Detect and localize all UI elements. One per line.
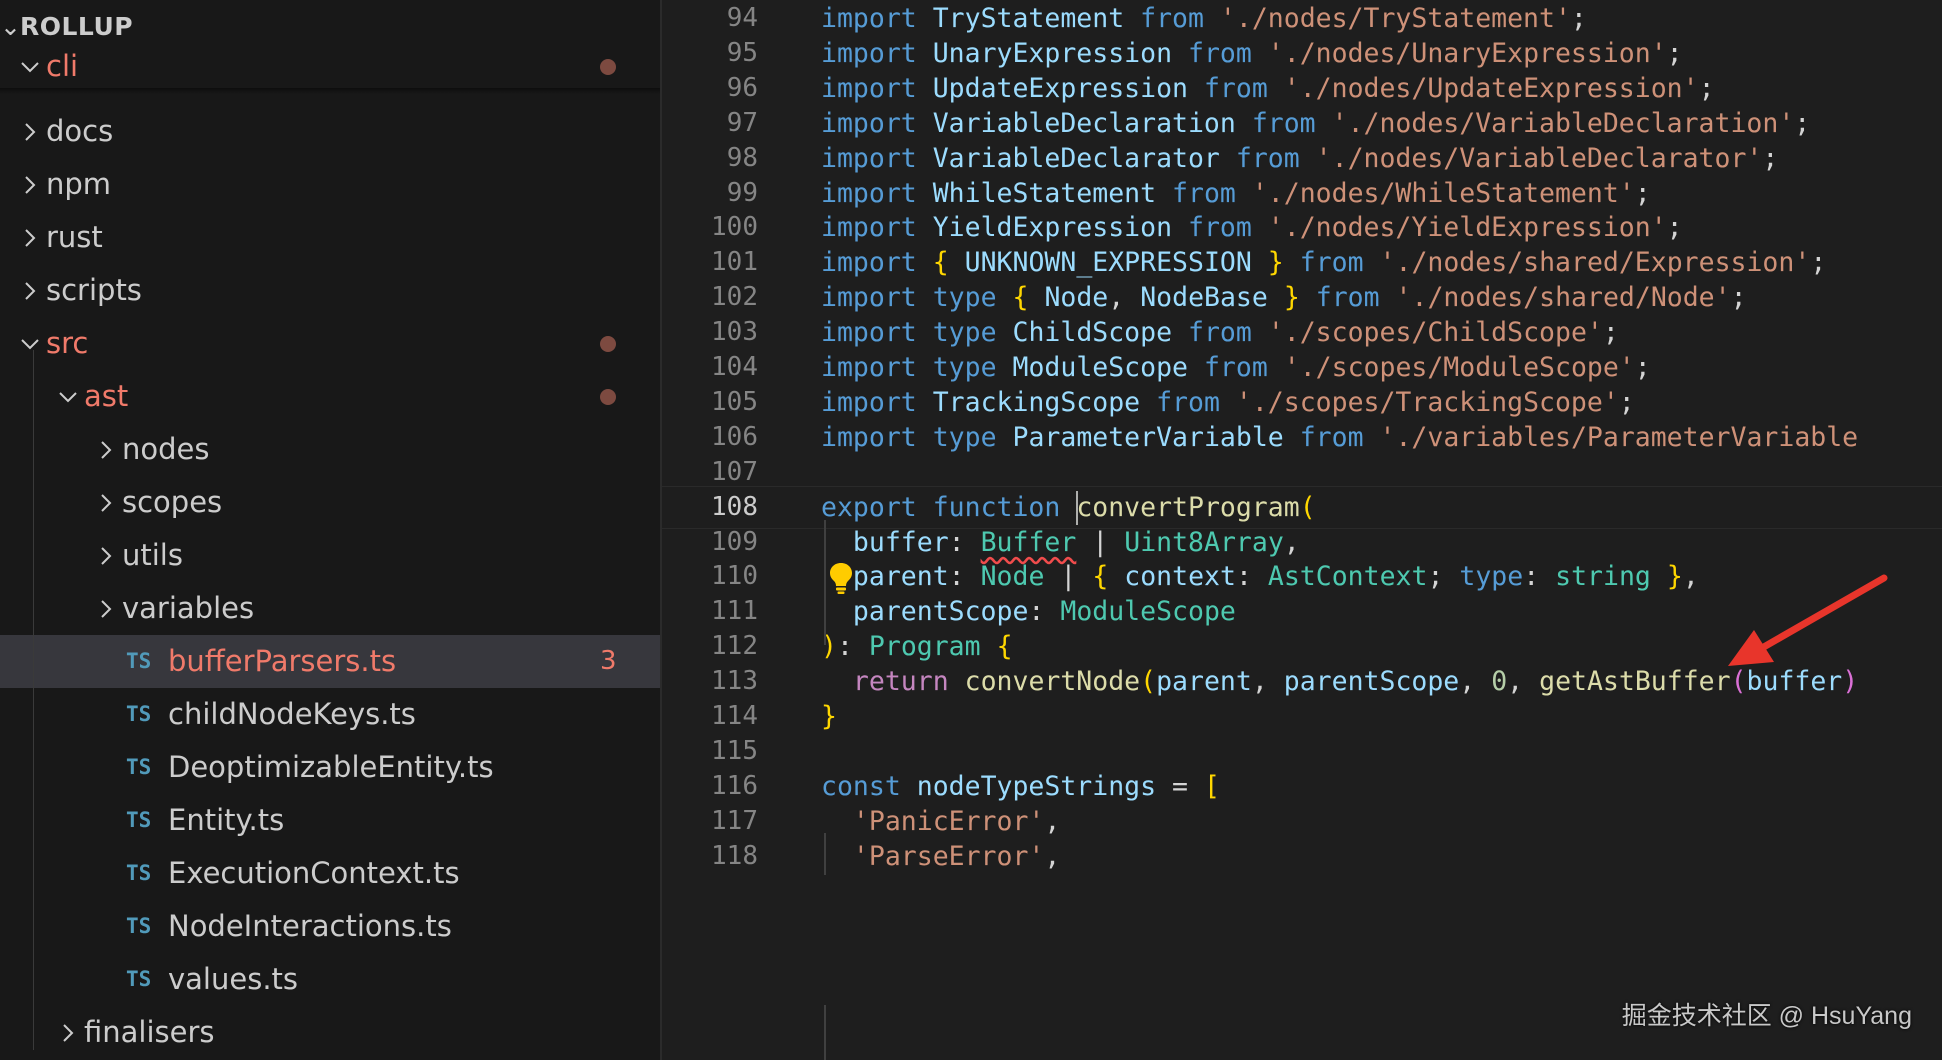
indent-guide [824,833,826,875]
tree-folder-finalisers[interactable]: finalisers [0,1006,660,1059]
indent-guide [824,1005,826,1060]
explorer-sidebar: ⌄ROLLUP cli docs npm rust scripts src ast nodes… [0,0,660,1060]
line-number: 118 [711,840,758,871]
chevron-right-icon[interactable] [92,476,120,529]
typescript-file-icon: TS [126,702,152,726]
chevron-right-icon[interactable] [54,1006,82,1059]
tree-folder-rust[interactable]: rust [0,211,660,264]
typescript-file-icon: TS [126,649,152,673]
chevron-down-icon[interactable] [16,317,44,370]
tree-item-label: bufferParsers.ts [168,644,397,678]
tree-item-label: finalisers [84,1015,215,1049]
tree-item-label: ast [84,379,129,413]
modified-dot-icon [600,59,616,75]
chevron-right-icon[interactable] [16,158,44,211]
tree-item-label: childNodeKeys.ts [168,697,416,731]
tree-file-deoptimizableentity-ts[interactable]: TS DeoptimizableEntity.ts [0,741,660,794]
tree-folder-src[interactable]: src [0,317,660,370]
tree-folder-variables[interactable]: variables [0,582,660,635]
modified-dot-icon [600,336,616,352]
tree-item-label: nodes [122,432,210,466]
typescript-file-icon: TS [126,861,152,885]
tree-item-label: src [46,326,89,360]
red-arrow-annotation [1728,574,1888,666]
chevron-right-icon[interactable] [92,423,120,476]
typescript-file-icon: TS [126,755,152,779]
code-text: 'ParseError', [852,840,1061,872]
typescript-file-icon: TS [126,808,152,832]
tree-folder-scopes[interactable]: scopes [0,476,660,529]
chevron-right-icon[interactable] [92,529,120,582]
chevron-down-icon[interactable] [54,370,82,423]
tree-item-label: utils [122,538,183,572]
chevron-right-icon[interactable] [16,105,44,158]
tree-folder-scripts[interactable]: scripts [0,264,660,317]
tree-file-entity-ts[interactable]: TS Entity.ts [0,794,660,847]
tree-file-childnodekeys-ts[interactable]: TS childNodeKeys.ts [0,688,660,741]
indent-guide [33,350,34,1050]
tree-file-values-ts[interactable]: TS values.ts [0,953,660,1006]
tree-folder-utils[interactable]: utils [0,529,660,582]
tree-item-label: npm [46,167,112,201]
problem-count-badge: 3 [600,646,617,676]
code-line[interactable]: 118 'ParseError', [662,835,1942,878]
typescript-file-icon: TS [126,967,152,991]
chevron-right-icon[interactable] [92,582,120,635]
tree-file-nodeinteractions-ts[interactable]: TS NodeInteractions.ts [0,900,660,953]
tree-folder-npm[interactable]: npm [0,158,660,211]
tree-file-bufferparsers-ts[interactable]: TS bufferParsers.ts 3 [0,635,660,688]
tree-item-label: values.ts [168,962,299,996]
chevron-right-icon[interactable] [16,264,44,317]
tree-folder-ast[interactable]: ast [0,370,660,423]
arrow-shaft [1758,574,1888,652]
tree-folder-cli[interactable]: cli [0,40,660,93]
tree-item-label: cli [46,49,79,83]
section-title: ROLLUP [20,12,134,41]
tree-item-label: ExecutionContext.ts [168,856,460,890]
tree-file-executioncontext-ts[interactable]: TS ExecutionContext.ts [0,847,660,900]
chevron-down-icon[interactable] [16,40,44,93]
tree-item-label: docs [46,114,114,148]
typescript-file-icon: TS [126,914,152,938]
tree-item-label: Entity.ts [168,803,285,837]
tree-item-label: variables [122,591,255,625]
chevron-right-icon[interactable] [16,211,44,264]
tree-item-label: scopes [122,485,223,519]
explorer-section-header[interactable]: ⌄ROLLUP [0,10,133,44]
tree-item-label: DeoptimizableEntity.ts [168,750,494,784]
chevron-down-icon: ⌄ [0,12,22,41]
modified-dot-icon [600,389,616,405]
watermark: 掘金技术社区 @ HsuYang [1621,1002,1912,1030]
tree-folder-docs[interactable]: docs [0,105,660,158]
code-editor[interactable]: 94 import TryStatement from './nodes/TryS… [662,0,1942,1060]
tree-item-label: NodeInteractions.ts [168,909,452,943]
tree-item-label: rust [46,220,103,254]
tree-item-label: scripts [46,273,142,307]
sticky-scroll-shadow [0,88,660,94]
tree-folder-nodes[interactable]: nodes [0,423,660,476]
lightbulb-icon[interactable] [826,560,856,596]
